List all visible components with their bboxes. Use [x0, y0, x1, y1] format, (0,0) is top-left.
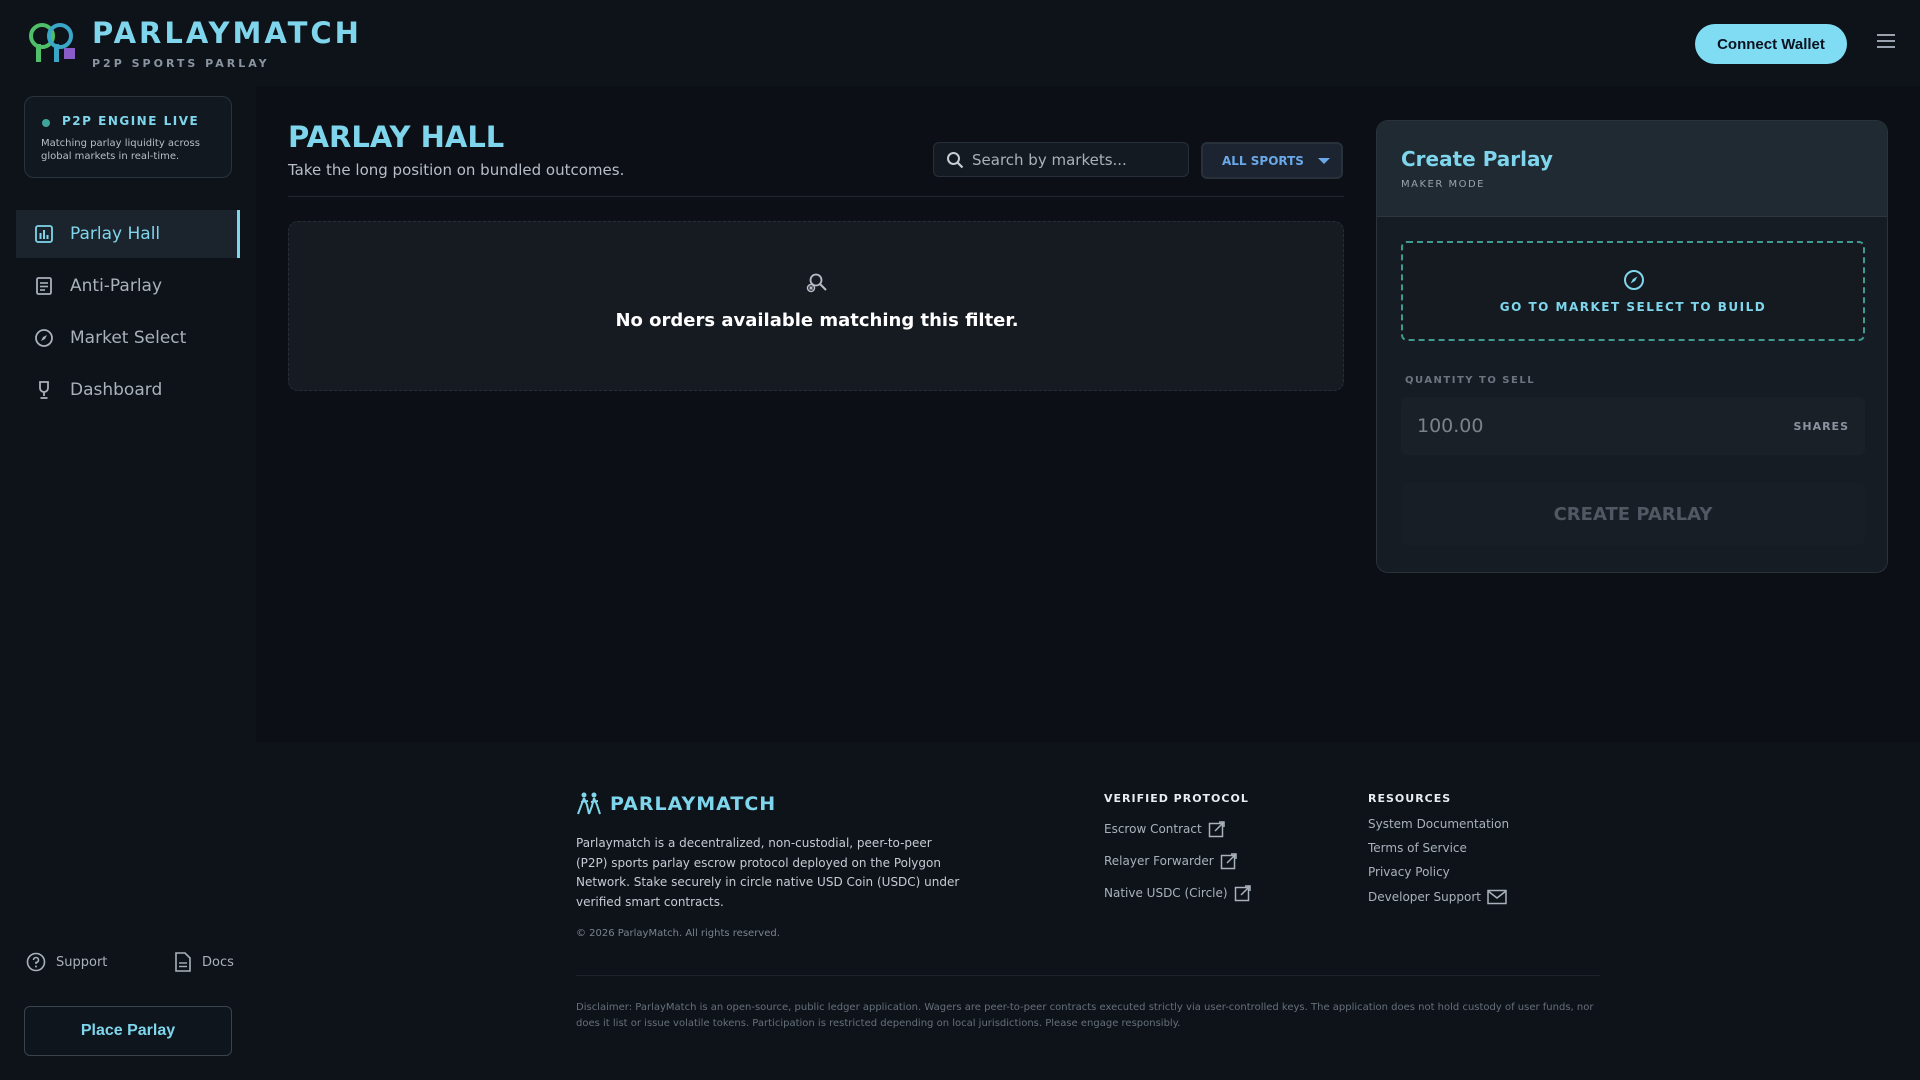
create-parlay-panel: Create Parlay MAKER MODE GO TO MARKET SE… — [1376, 120, 1888, 573]
link-label: Escrow Contract — [1104, 822, 1202, 836]
developer-support-link[interactable]: Developer Support — [1368, 889, 1507, 905]
link-label: Privacy Policy — [1368, 865, 1450, 879]
search-box[interactable] — [933, 142, 1189, 177]
sidebar-item-label: Parlay Hall — [70, 224, 161, 244]
create-parlay-header: Create Parlay MAKER MODE — [1377, 121, 1887, 217]
trophy-icon — [39, 381, 49, 399]
docs-label: Docs — [202, 954, 234, 970]
native-usdc-link[interactable]: Native USDC (Circle) — [1104, 884, 1252, 902]
sidebar-item-dashboard[interactable]: Dashboard — [16, 366, 240, 414]
mail-icon — [1487, 889, 1507, 905]
sports-filter-dropdown[interactable]: ALL SPORTS — [1201, 142, 1343, 179]
system-documentation-link[interactable]: System Documentation — [1368, 817, 1509, 831]
engine-status-title: P2P ENGINE LIVE — [62, 114, 200, 128]
relayer-forwarder-link[interactable]: Relayer Forwarder — [1104, 852, 1238, 870]
sidebar-item-parlay-hall[interactable]: Parlay Hall — [16, 210, 240, 258]
create-parlay-button[interactable]: CREATE PARLAY — [1401, 483, 1865, 545]
link-label: Terms of Service — [1368, 841, 1467, 855]
logo-icon[interactable] — [28, 22, 78, 64]
page-title: PARLAY HALL — [288, 120, 505, 154]
footer-divider — [576, 975, 1600, 976]
docs-link[interactable]: Docs — [174, 952, 234, 972]
document-icon — [175, 952, 191, 972]
help-circle-icon — [26, 952, 46, 972]
quantity-placeholder: 100.00 — [1417, 415, 1484, 437]
hamburger-menu-icon[interactable] — [1877, 34, 1895, 50]
empty-state-text: No orders available matching this filter… — [615, 310, 1019, 331]
search-input[interactable] — [972, 150, 1172, 169]
brand-tagline: P2P SPORTS PARLAY — [92, 57, 270, 70]
link-label: Native USDC (Circle) — [1104, 886, 1228, 900]
market-select-cta: GO TO MARKET SELECT TO BUILD — [1499, 300, 1767, 314]
resources-title: RESOURCES — [1368, 792, 1452, 805]
escrow-contract-link[interactable]: Escrow Contract — [1104, 820, 1226, 838]
search-off-icon — [806, 273, 827, 293]
terms-of-service-link[interactable]: Terms of Service — [1368, 841, 1467, 855]
top-header: PARLAYMATCH P2P SPORTS PARLAY Connect Wa… — [0, 0, 1920, 86]
brand-name: PARLAYMATCH — [92, 16, 362, 50]
sports-filter-label: ALL SPORTS — [1222, 153, 1304, 168]
link-label: Relayer Forwarder — [1104, 854, 1214, 868]
compass-icon — [35, 329, 53, 347]
engine-status-card: P2P ENGINE LIVE Matching parlay liquidit… — [24, 96, 232, 178]
quantity-unit: SHARES — [1793, 420, 1849, 433]
external-link-icon — [1234, 885, 1251, 902]
receipt-icon — [36, 277, 52, 295]
footer: PARLAYMATCH Parlaymatch is a decentraliz… — [256, 742, 1920, 1080]
link-label: Developer Support — [1368, 890, 1481, 904]
go-to-market-select-button[interactable]: GO TO MARKET SELECT TO BUILD — [1401, 241, 1865, 341]
quantity-input[interactable]: 100.00 SHARES — [1401, 397, 1865, 455]
external-link-icon — [1208, 821, 1225, 838]
quantity-label: QUANTITY TO SELL — [1405, 375, 1536, 386]
support-link[interactable]: Support — [26, 952, 107, 972]
compass-icon — [1624, 270, 1644, 290]
status-dot-icon — [42, 119, 50, 127]
sidebar-item-label: Anti-Parlay — [70, 276, 163, 296]
empty-orders-card: No orders available matching this filter… — [288, 221, 1344, 391]
support-label: Support — [56, 954, 108, 970]
sidebar: P2P ENGINE LIVE Matching parlay liquidit… — [0, 86, 256, 1080]
divider — [288, 196, 1344, 197]
create-parlay-title: Create Parlay — [1401, 147, 1553, 171]
page-subtitle: Take the long position on bundled outcom… — [288, 161, 625, 179]
search-icon — [947, 151, 964, 168]
copyright: © 2026 ParlayMatch. All rights reserved. — [576, 928, 780, 939]
chevron-down-icon — [1317, 157, 1330, 164]
connect-wallet-button[interactable]: Connect Wallet — [1695, 24, 1847, 64]
sidebar-item-market-select[interactable]: Market Select — [16, 314, 240, 362]
engine-status-description: Matching parlay liquidity across global … — [41, 138, 200, 162]
privacy-policy-link[interactable]: Privacy Policy — [1368, 865, 1450, 879]
verified-protocol-title: VERIFIED PROTOCOL — [1104, 792, 1249, 805]
maker-mode-label: MAKER MODE — [1401, 179, 1485, 190]
disclaimer: Disclaimer: ParlayMatch is an open-sourc… — [576, 1002, 1594, 1029]
footer-description: Parlaymatch is a decentralized, non-cust… — [576, 836, 960, 909]
sidebar-item-label: Dashboard — [70, 380, 163, 400]
running-figures-icon — [577, 792, 601, 815]
external-link-icon — [1220, 853, 1237, 870]
footer-logo[interactable]: PARLAYMATCH — [576, 792, 776, 816]
link-label: System Documentation — [1368, 817, 1510, 831]
chart-icon — [35, 225, 53, 243]
place-parlay-button[interactable]: Place Parlay — [24, 1006, 232, 1056]
sidebar-item-label: Market Select — [70, 328, 187, 348]
sidebar-item-anti-parlay[interactable]: Anti-Parlay — [16, 262, 240, 310]
footer-brand: PARLAYMATCH — [610, 793, 777, 815]
